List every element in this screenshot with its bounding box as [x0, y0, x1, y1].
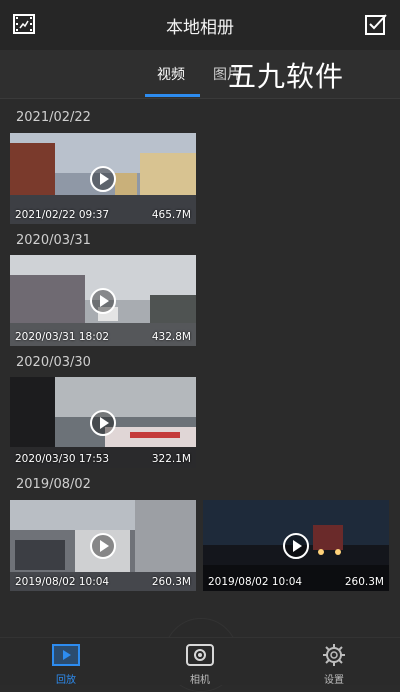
select-checkbox-icon[interactable]: [364, 12, 388, 36]
recording-timestamp: 2020/03/30 17:53: [15, 453, 110, 465]
page-title: 本地相册: [166, 17, 234, 38]
recording-timestamp: 2021/02/22 09:37: [15, 209, 110, 221]
playback-icon: [52, 644, 80, 666]
active-tab-indicator: [145, 94, 200, 97]
camera-icon: [186, 644, 214, 666]
video-card[interactable]: 2019/08/02 10:04 260.3M: [203, 500, 389, 591]
nav-camera[interactable]: 相机: [160, 638, 240, 686]
recording-timestamp: 2019/08/02 10:04: [208, 576, 303, 588]
video-card[interactable]: 2020/03/31 18:02 432.8M: [10, 255, 196, 346]
file-size: 260.3M: [344, 576, 384, 588]
tab-video[interactable]: 视频: [157, 64, 185, 84]
top-bar: 本地相册: [0, 0, 400, 50]
play-icon[interactable]: [90, 165, 116, 192]
video-album-icon[interactable]: [12, 12, 36, 36]
date-header: 2021/02/22: [16, 110, 91, 125]
play-icon[interactable]: [283, 532, 309, 559]
date-header: 2019/08/02: [16, 477, 91, 492]
recording-timestamp: 2020/03/31 18:02: [15, 331, 110, 343]
file-size: 432.8M: [151, 331, 191, 343]
nav-playback[interactable]: 回放: [26, 638, 106, 686]
video-card[interactable]: 2020/03/30 17:53 322.1M: [10, 377, 196, 468]
video-card[interactable]: 2019/08/02 10:04 260.3M: [10, 500, 196, 591]
play-icon[interactable]: [90, 287, 116, 314]
date-header: 2020/03/30: [16, 355, 91, 370]
nav-settings[interactable]: 设置: [294, 638, 374, 686]
gear-icon: [323, 644, 345, 666]
file-size: 322.1M: [151, 453, 191, 465]
bottom-nav: 回放 相机 设置: [0, 637, 400, 686]
recording-timestamp: 2019/08/02 10:04: [15, 576, 110, 588]
file-size: 465.7M: [151, 209, 191, 221]
play-icon[interactable]: [90, 532, 116, 559]
file-size: 260.3M: [151, 576, 191, 588]
video-card[interactable]: 2021/02/22 09:37 465.7M: [10, 133, 196, 224]
play-icon[interactable]: [90, 409, 116, 436]
date-header: 2020/03/31: [16, 233, 91, 248]
watermark: 五九软件: [228, 60, 345, 93]
